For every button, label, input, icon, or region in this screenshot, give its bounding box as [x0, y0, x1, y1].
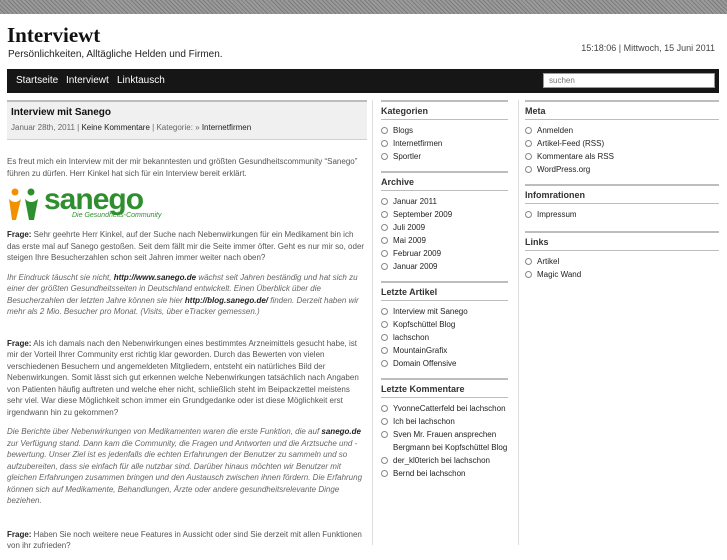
list-item: Februar 2009	[381, 247, 508, 260]
sidebar-right: Meta Anmelden Artikel-Feed (RSS) Komment…	[525, 100, 719, 289]
categories-list: Blogs Internetfirmen Sportler	[381, 124, 508, 163]
recent-posts-heading: Letzte Artikel	[381, 281, 508, 301]
logo-tagline: Die Gesundheits-Community	[72, 212, 162, 220]
list-item: September 2009	[381, 208, 508, 221]
list-item: Artikel	[525, 255, 719, 268]
column-divider	[372, 100, 373, 545]
list-item: Sportler	[381, 150, 508, 163]
question-2: Frage: Als ich damals nach den Nebenwirk…	[7, 338, 359, 417]
list-item: MountainGrafix	[381, 344, 508, 357]
list-item: Anmelden	[525, 124, 719, 137]
site-title[interactable]: Interviewt	[7, 23, 100, 48]
column-divider	[518, 100, 519, 545]
archive-list: Januar 2011 September 2009 Juli 2009 Mai…	[381, 195, 508, 273]
question-3: Frage: Haben Sie noch weitere neue Featu…	[7, 529, 362, 551]
list-item: Kommentare als RSS	[525, 150, 719, 163]
links-list: Artikel Magic Wand	[525, 255, 719, 281]
list-item: Magic Wand	[525, 268, 719, 281]
question-label: Frage:	[7, 338, 32, 348]
list-item: YvonneCatterfeld bei lachschon	[381, 402, 508, 415]
list-item: Januar 2011	[381, 195, 508, 208]
site-description: Persönlichkeiten, Alltägliche Helden und…	[8, 49, 223, 60]
list-item: Sven Mr. Frauen ansprechen Bergmann bei …	[381, 428, 508, 454]
nav-interviewt[interactable]: Interviewt	[66, 75, 109, 86]
post-header: Interview mit Sanego Januar 28th, 2011 |…	[7, 100, 367, 140]
datetime: 15:18:06 | Mittwoch, 15 Juni 2011	[581, 43, 715, 53]
question-label: Frage:	[7, 529, 32, 539]
info-heading: Infomrationen	[525, 184, 719, 204]
post-intro: Es freut mich ein Interview mit der mir …	[7, 157, 358, 178]
sidebar-middle: Kategorien Blogs Internetfirmen Sportler…	[381, 100, 508, 488]
links-heading: Links	[525, 231, 719, 251]
list-item: Impressum	[525, 208, 719, 221]
sanego-blog-link[interactable]: http://blog.sanego.de/	[185, 296, 268, 305]
meta-heading: Meta	[525, 100, 719, 120]
question-label: Frage:	[7, 230, 32, 239]
list-item: Domain Offensive	[381, 357, 508, 370]
sanego-link[interactable]: http://www.sanego.de	[114, 273, 196, 282]
search-input[interactable]	[543, 73, 715, 88]
recent-comments-list: YvonneCatterfeld bei lachschon Ich bei l…	[381, 402, 508, 480]
meta-list: Anmelden Artikel-Feed (RSS) Kommentare a…	[525, 124, 719, 176]
post-content: Es freut mich ein Interview mit der mir …	[7, 156, 367, 560]
category-label: Kategorie: »	[156, 123, 200, 132]
top-stripe	[0, 0, 727, 14]
list-item: Interview mit Sanego	[381, 305, 508, 318]
question-1: Frage: Sehr geehrte Herr Kinkel, auf der…	[7, 230, 365, 262]
sanego-logo: sanego Die Gesundheits-Community	[7, 185, 367, 221]
answer-1: Ihr Eindruck täuscht sie nicht, http://w…	[7, 272, 359, 317]
list-item: Artikel-Feed (RSS)	[525, 137, 719, 150]
post-date: Januar 28th, 2011	[11, 123, 75, 132]
categories-heading: Kategorien	[381, 100, 508, 120]
category-link[interactable]: Internetfirmen	[202, 123, 251, 132]
post-title[interactable]: Interview mit Sanego	[11, 107, 111, 118]
list-item: Ich bei lachschon	[381, 415, 508, 428]
list-item: Januar 2009	[381, 260, 508, 273]
recent-posts-list: Interview mit Sanego Kopfschüttel Blog l…	[381, 305, 508, 370]
list-item: Internetfirmen	[381, 137, 508, 150]
list-item: Blogs	[381, 124, 508, 137]
answer-2: Die Berichte über Nebenwirkungen von Med…	[7, 427, 363, 505]
archive-heading: Archive	[381, 171, 508, 191]
recent-comments-heading: Letzte Kommentare	[381, 378, 508, 398]
nav-linktausch[interactable]: Linktausch	[117, 75, 165, 86]
info-list: Impressum	[525, 208, 719, 221]
list-item: WordPress.org	[525, 163, 719, 176]
list-item: Mai 2009	[381, 234, 508, 247]
post-meta: Januar 28th, 2011 | Keine Kommentare | K…	[11, 123, 252, 132]
list-item: Kopfschüttel Blog	[381, 318, 508, 331]
list-item: lachschon	[381, 331, 508, 344]
list-item: Bernd bei lachschon	[381, 467, 508, 480]
list-item: Juli 2009	[381, 221, 508, 234]
comments-link[interactable]: Keine Kommentare	[81, 123, 149, 132]
sanego-figures-icon	[9, 188, 38, 220]
list-item: der_kl0terich bei lachschon	[381, 454, 508, 467]
nav-startseite[interactable]: Startseite	[16, 75, 58, 86]
sanego-domain-link[interactable]: sanego.de	[321, 427, 361, 436]
site-header: Interviewt Persönlichkeiten, Alltägliche…	[0, 14, 727, 69]
